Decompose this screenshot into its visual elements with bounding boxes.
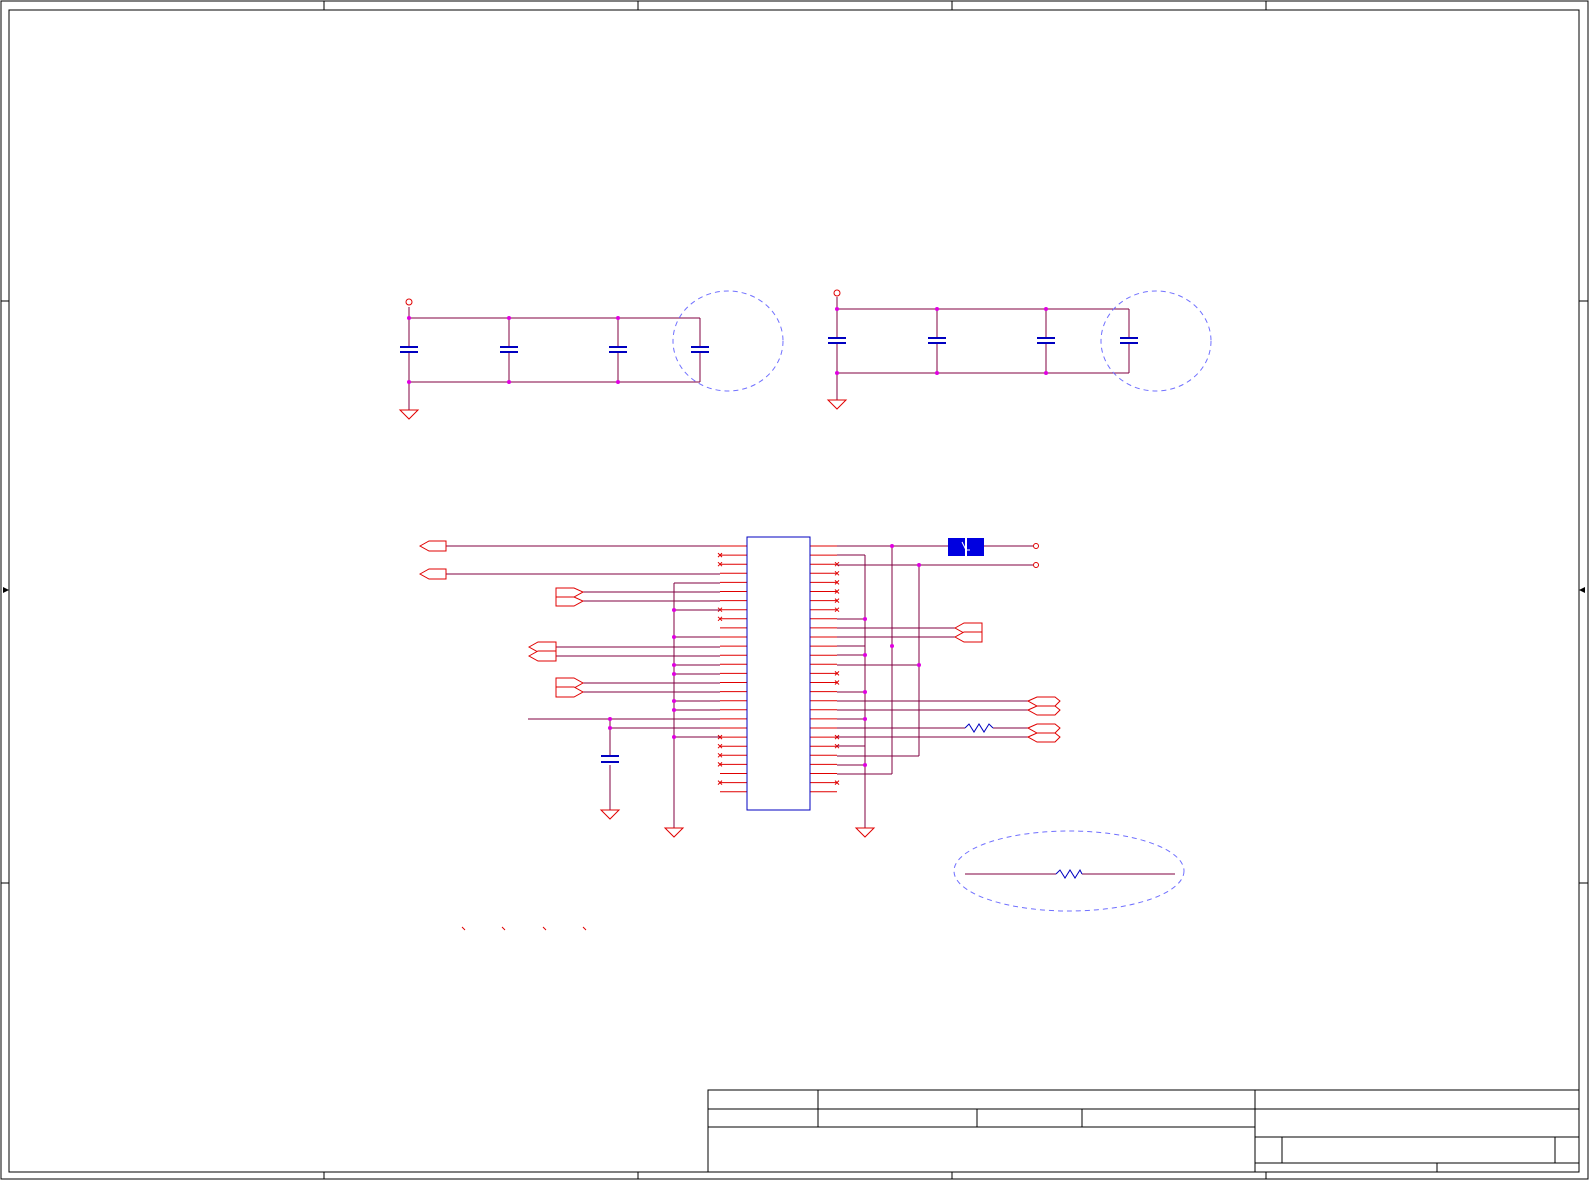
decoupling-group-1 <box>398 290 784 420</box>
offpage-connectors <box>418 540 1061 743</box>
capacitor-c2 <box>500 346 518 353</box>
net-port-right-3 <box>1026 696 1061 707</box>
net-port-left-2 <box>418 568 447 580</box>
ic-body <box>746 536 811 811</box>
ground-symbol-3 <box>599 809 621 820</box>
ground-symbol-1 <box>398 409 420 420</box>
net-port-left-8 <box>555 686 585 698</box>
schematic-sheet <box>0 0 1589 1180</box>
capacitor-c6 <box>928 337 946 344</box>
fuse-component <box>948 538 984 556</box>
net-port-left-4 <box>555 596 585 607</box>
dnp-resistor-annotation <box>953 830 1185 912</box>
capacitor-c8 <box>1120 337 1138 344</box>
connector-block <box>717 536 840 811</box>
net-port-left-6 <box>527 650 557 662</box>
capacitor-c1 <box>400 346 418 353</box>
capacitor-c7 <box>1037 337 1055 344</box>
sheet-border <box>0 0 1589 1180</box>
stray-marks <box>461 926 587 931</box>
title-block <box>707 1089 1580 1173</box>
ic-pins-right <box>810 545 840 793</box>
ground-symbol-4 <box>663 827 685 838</box>
net-port-right-2 <box>953 631 983 643</box>
capacitor-c9 <box>601 755 619 763</box>
power-port-1 <box>405 298 413 306</box>
power-port-2 <box>833 289 841 297</box>
dnp-annotation-1 <box>672 290 784 392</box>
test-point-1 <box>1033 543 1039 549</box>
net-port-right-6 <box>1026 732 1061 743</box>
net-port-right-5 <box>1026 723 1061 734</box>
net-port-left-1 <box>418 540 447 552</box>
test-point-2 <box>1033 562 1039 568</box>
net-port-left-3 <box>555 587 585 598</box>
capacitor-c3 <box>609 346 627 353</box>
ground-symbol-5 <box>854 827 876 838</box>
series-resistor <box>964 723 994 733</box>
ground-symbol-2 <box>826 399 848 410</box>
net-port-right-4 <box>1026 705 1061 716</box>
connector-wires <box>446 545 1033 828</box>
capacitor-c4 <box>691 346 709 353</box>
ic-pins-left <box>717 545 747 793</box>
decoupling-group-2 <box>826 289 1212 410</box>
dnp-annotation-2 <box>1100 290 1212 392</box>
capacitor-c5 <box>828 337 846 344</box>
zone-arrows <box>3 587 1585 593</box>
